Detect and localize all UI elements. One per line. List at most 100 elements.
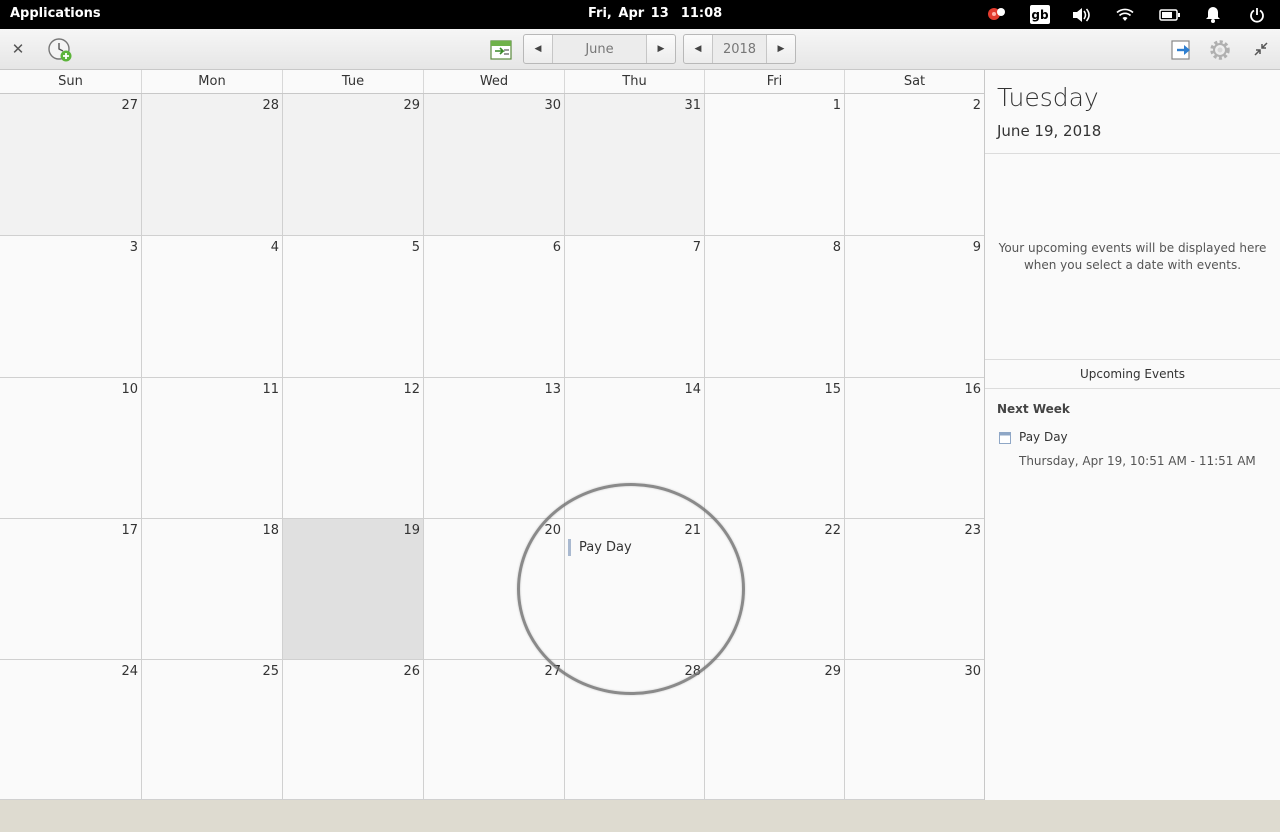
month-grid: 27 28 29 30 31 1 2 3 4 5 6 7 8 9 10 11 12 13 14 15 16 17 18 19 2… bbox=[0, 94, 984, 800]
day-cell[interactable]: 20 bbox=[424, 519, 565, 659]
day-cell[interactable]: 30 bbox=[424, 94, 565, 235]
day-number: 27 bbox=[544, 664, 561, 679]
day-number: 11 bbox=[262, 382, 279, 397]
day-number: 17 bbox=[121, 523, 138, 538]
year-label: 2018 bbox=[712, 35, 767, 63]
previous-month-button[interactable]: ◀ bbox=[524, 35, 552, 63]
divider bbox=[985, 359, 1280, 360]
weekday-label: Sun bbox=[0, 70, 142, 93]
day-cell[interactable]: 13 bbox=[424, 378, 565, 518]
day-cell[interactable]: 11 bbox=[142, 378, 283, 518]
day-number: 18 bbox=[262, 523, 279, 538]
day-number: 21 bbox=[684, 523, 701, 538]
week-row: 27 28 29 30 31 1 2 bbox=[0, 94, 984, 236]
next-month-button[interactable]: ▶ bbox=[647, 35, 675, 63]
volume-icon[interactable] bbox=[1070, 5, 1092, 24]
day-cell[interactable]: 23 bbox=[845, 519, 984, 659]
day-cell[interactable]: 26 bbox=[283, 660, 424, 799]
power-icon[interactable] bbox=[1246, 5, 1268, 24]
day-cell[interactable]: 24 bbox=[0, 660, 142, 799]
weekday-label: Thu bbox=[565, 70, 705, 93]
day-number: 30 bbox=[544, 98, 561, 113]
gear-icon bbox=[1210, 40, 1230, 60]
day-cell[interactable]: 29 bbox=[705, 660, 845, 799]
calendar-event-icon bbox=[999, 432, 1011, 444]
today-button[interactable] bbox=[488, 38, 514, 62]
day-cell[interactable]: 21 Pay Day bbox=[565, 519, 705, 659]
day-cell[interactable]: 16 bbox=[845, 378, 984, 518]
empty-day-message: Your upcoming events will be displayed h… bbox=[998, 241, 1267, 272]
day-number: 14 bbox=[684, 382, 701, 397]
day-number: 24 bbox=[121, 664, 138, 679]
day-cell[interactable]: 7 bbox=[565, 236, 705, 377]
day-cell[interactable]: 3 bbox=[0, 236, 142, 377]
day-cell[interactable]: 29 bbox=[283, 94, 424, 235]
day-cell[interactable]: 4 bbox=[142, 236, 283, 377]
day-number: 10 bbox=[121, 382, 138, 397]
day-cell[interactable]: 27 bbox=[424, 660, 565, 799]
day-cell[interactable]: 28 bbox=[565, 660, 705, 799]
weekday-header: Sun Mon Tue Wed Thu Fri Sat bbox=[0, 70, 984, 94]
day-cell[interactable]: 30 bbox=[845, 660, 984, 799]
panel-clock[interactable]: Fri, Apr 13 11:08 bbox=[588, 6, 722, 21]
day-cell[interactable]: 14 bbox=[565, 378, 705, 518]
add-event-button[interactable] bbox=[46, 37, 74, 63]
day-cell[interactable]: 1 bbox=[705, 94, 845, 235]
day-cell[interactable]: 5 bbox=[283, 236, 424, 377]
day-number: 23 bbox=[964, 523, 981, 538]
day-cell[interactable]: 25 bbox=[142, 660, 283, 799]
notification-app-icon[interactable] bbox=[985, 5, 1009, 24]
day-cell[interactable]: 2 bbox=[845, 94, 984, 235]
day-cell[interactable]: 15 bbox=[705, 378, 845, 518]
day-cell[interactable]: 6 bbox=[424, 236, 565, 377]
day-number: 28 bbox=[684, 664, 701, 679]
close-window-button[interactable]: ✕ bbox=[9, 40, 27, 58]
day-number: 29 bbox=[824, 664, 841, 679]
upcoming-section-label: Next Week bbox=[997, 402, 1070, 416]
keyboard-layout-indicator[interactable]: gb bbox=[1030, 5, 1050, 24]
day-cell[interactable]: 19 bbox=[283, 519, 424, 659]
clock-date: Fri, Apr 13 bbox=[588, 6, 669, 21]
divider bbox=[985, 388, 1280, 389]
month-grid-view: Sun Mon Tue Wed Thu Fri Sat 27 28 29 30 31 1 2… bbox=[0, 70, 985, 800]
applications-menu[interactable]: Applications bbox=[10, 6, 101, 21]
today-calendar-icon bbox=[490, 40, 512, 60]
export-button[interactable] bbox=[1170, 39, 1194, 61]
day-cell[interactable]: 9 bbox=[845, 236, 984, 377]
upcoming-events-title: Upcoming Events bbox=[1079, 367, 1186, 381]
day-cell[interactable]: 28 bbox=[142, 94, 283, 235]
headerbar: ✕ ◀ June ▶ ◀ 2018 ▶ bbox=[0, 29, 1280, 70]
calendar-window: ✕ ◀ June ▶ ◀ 2018 ▶ Sun Mon Tue Wed Thu … bbox=[0, 29, 1280, 800]
day-number: 6 bbox=[552, 240, 561, 255]
week-row: 24 25 26 27 28 29 30 bbox=[0, 660, 984, 800]
agenda-sidebar: Tuesday June 19, 2018 Your upcoming even… bbox=[985, 70, 1280, 800]
settings-button[interactable] bbox=[1207, 37, 1233, 63]
weekday-label: Sat bbox=[903, 74, 926, 89]
day-cell[interactable]: 18 bbox=[142, 519, 283, 659]
day-cell[interactable]: 10 bbox=[0, 378, 142, 518]
day-cell[interactable]: 31 bbox=[565, 94, 705, 235]
day-cell[interactable]: 8 bbox=[705, 236, 845, 377]
divider bbox=[985, 153, 1280, 154]
day-number: 25 bbox=[262, 664, 279, 679]
day-number: 20 bbox=[544, 523, 561, 538]
day-cell[interactable]: 22 bbox=[705, 519, 845, 659]
day-cell[interactable]: 27 bbox=[0, 94, 142, 235]
day-cell[interactable]: 17 bbox=[0, 519, 142, 659]
battery-icon[interactable] bbox=[1158, 5, 1182, 24]
unmaximize-button[interactable] bbox=[1252, 40, 1270, 58]
day-number: 28 bbox=[262, 98, 279, 113]
upcoming-event-time: Thursday, Apr 19, 10:51 AM - 11:51 AM bbox=[1019, 454, 1256, 468]
chevron-right-icon: ▶ bbox=[657, 44, 665, 54]
wifi-icon[interactable] bbox=[1114, 5, 1136, 24]
next-year-button[interactable]: ▶ bbox=[767, 35, 795, 63]
previous-year-button[interactable]: ◀ bbox=[684, 35, 712, 63]
day-number: 4 bbox=[270, 240, 279, 255]
notifications-bell-icon[interactable] bbox=[1202, 5, 1224, 24]
day-cell[interactable]: 12 bbox=[283, 378, 424, 518]
week-row: 10 11 12 13 14 15 16 bbox=[0, 378, 984, 519]
chevron-left-icon: ◀ bbox=[694, 44, 702, 54]
add-event-icon bbox=[48, 38, 72, 62]
upcoming-event-name[interactable]: Pay Day bbox=[1019, 430, 1068, 444]
event-chip[interactable]: Pay Day bbox=[568, 539, 632, 556]
